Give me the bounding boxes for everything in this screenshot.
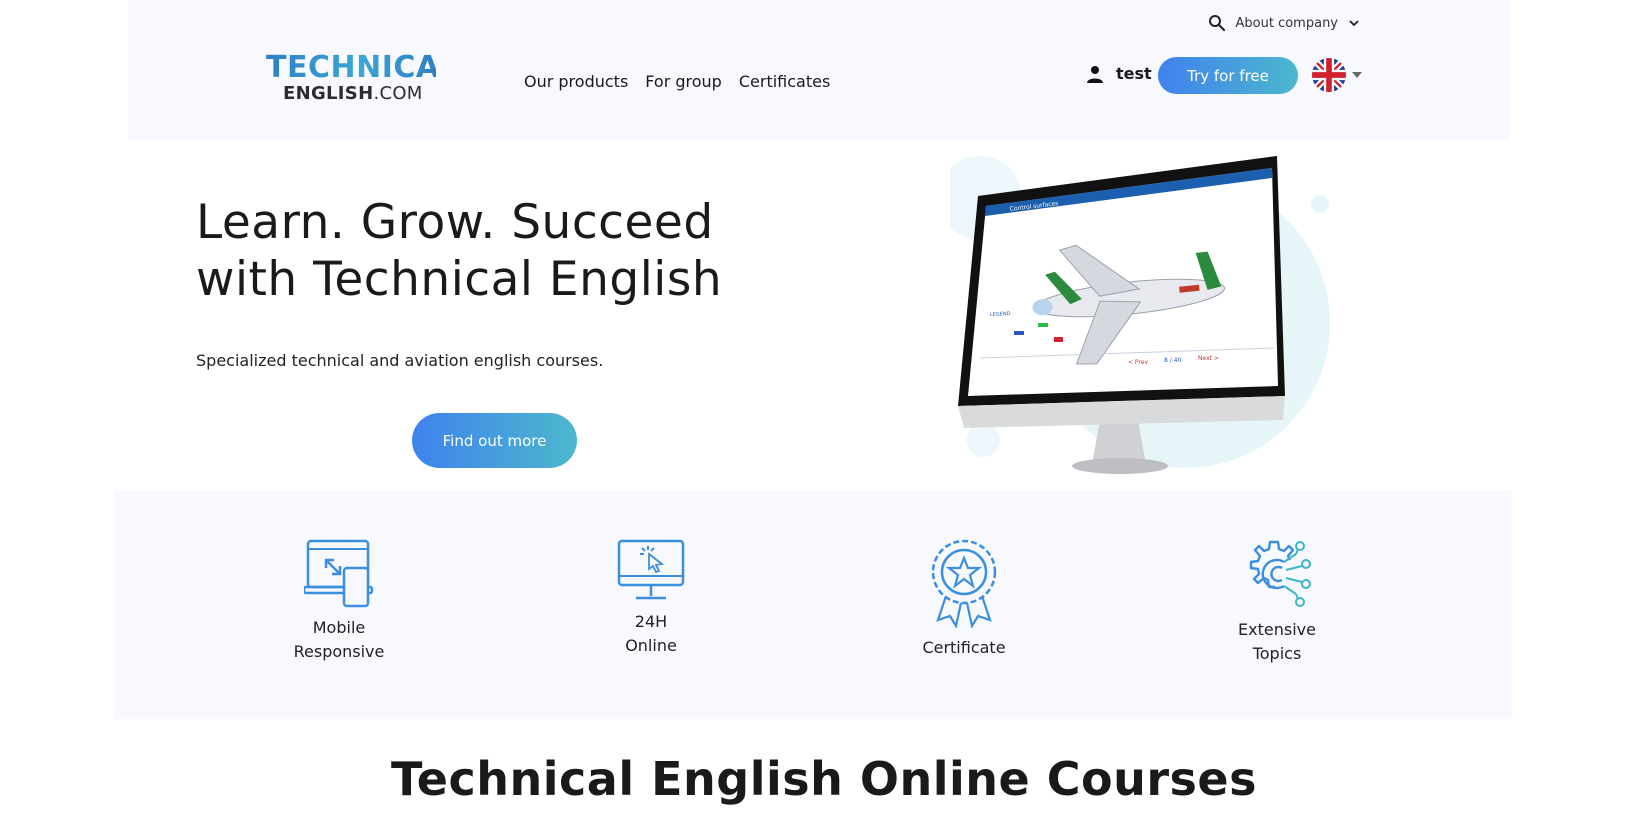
logo-bottom-light: .COM: [373, 83, 423, 104]
find-out-more-button[interactable]: Find out more: [412, 413, 577, 468]
feature-line2: Responsive: [293, 642, 385, 661]
screen-prev: < Prev: [1128, 359, 1148, 366]
feature-label: Extensive Topics: [1197, 618, 1357, 666]
feature-certificate: Certificate: [884, 538, 1044, 660]
monitor-stand: [1092, 420, 1146, 464]
user-icon: [1087, 65, 1103, 83]
caret-down-icon[interactable]: [1352, 72, 1362, 78]
screen-pager: 8 / 40: [1164, 357, 1181, 364]
logo-bottom-bold: ENGLISH: [283, 83, 374, 104]
certificate-badge-icon: [931, 539, 997, 628]
nav-certificates[interactable]: Certificates: [739, 72, 830, 91]
screen-next: Next >: [1198, 355, 1219, 362]
feature-extensive-topics: Extensive Topics: [1197, 538, 1357, 666]
logo[interactable]: TECHNICAL ENGLISH.COM: [266, 50, 460, 104]
uk-flag-icon[interactable]: [1312, 58, 1346, 92]
hero-title-line1: Learn. Grow. Succeed: [196, 195, 714, 250]
legend-blue: [1014, 331, 1024, 335]
hero-title-line2: with Technical English: [196, 252, 723, 307]
logo-bottom-text: ENGLISH.COM: [283, 84, 436, 104]
legend-red: [1054, 337, 1063, 342]
nav-for-group[interactable]: For group: [645, 72, 722, 91]
feature-label: Mobile Responsive: [259, 616, 419, 664]
hero-illustration: Control surfaces LEGEND < Prev 8 / 40 Ne…: [938, 148, 1350, 488]
language-selector[interactable]: [1312, 58, 1362, 92]
feature-line1: Mobile: [312, 618, 366, 637]
about-company-label[interactable]: About company: [1236, 16, 1338, 31]
feature-mobile-responsive: Mobile Responsive: [259, 538, 419, 664]
features-panel: Mobile Responsive 24H Online Certificate…: [115, 490, 1512, 719]
nav-our-products[interactable]: Our products: [524, 72, 628, 91]
feature-label: 24H Online: [571, 610, 731, 658]
screen-legend-title: LEGEND: [990, 311, 1011, 318]
monitor-base: [1072, 458, 1168, 474]
feature-24h-online: 24H Online: [571, 538, 731, 658]
gear-network-icon: [1249, 540, 1311, 607]
page: About company TECHNICAL ENGLISH.COM Our …: [0, 0, 1648, 825]
search-icon[interactable]: [1208, 14, 1226, 32]
feature-line2: Topics: [1252, 644, 1302, 663]
courses-section-title: Technical English Online Courses: [391, 752, 1257, 806]
feature-label: Certificate: [884, 636, 1044, 660]
mobile-responsive-icon: [304, 539, 374, 608]
hero-subtitle: Specialized technical and aviation engli…: [196, 351, 604, 370]
user-name[interactable]: test: [1116, 64, 1152, 83]
logo-top-text: TECHNICAL: [266, 50, 460, 85]
feature-line1: Extensive: [1238, 620, 1316, 639]
feature-line1: 24H: [634, 612, 668, 631]
monitor-click-icon: [617, 539, 685, 600]
site-header: About company TECHNICAL ENGLISH.COM Our …: [128, 0, 1510, 140]
chevron-down-icon[interactable]: [1348, 18, 1360, 28]
legend-green: [1038, 323, 1048, 327]
decor-dot: [1311, 195, 1329, 213]
feature-line2: Online: [625, 636, 677, 655]
main-nav: Our products For group Certificates: [524, 72, 830, 91]
feature-line1: Certificate: [922, 638, 1006, 657]
user-account[interactable]: test: [1086, 64, 1152, 83]
try-for-free-button[interactable]: Try for free: [1158, 57, 1298, 94]
about-company-menu[interactable]: About company: [1208, 14, 1360, 32]
decor-dot-bottom: [966, 423, 1000, 457]
hero-title: Learn. Grow. Succeed with Technical Engl…: [196, 194, 722, 308]
